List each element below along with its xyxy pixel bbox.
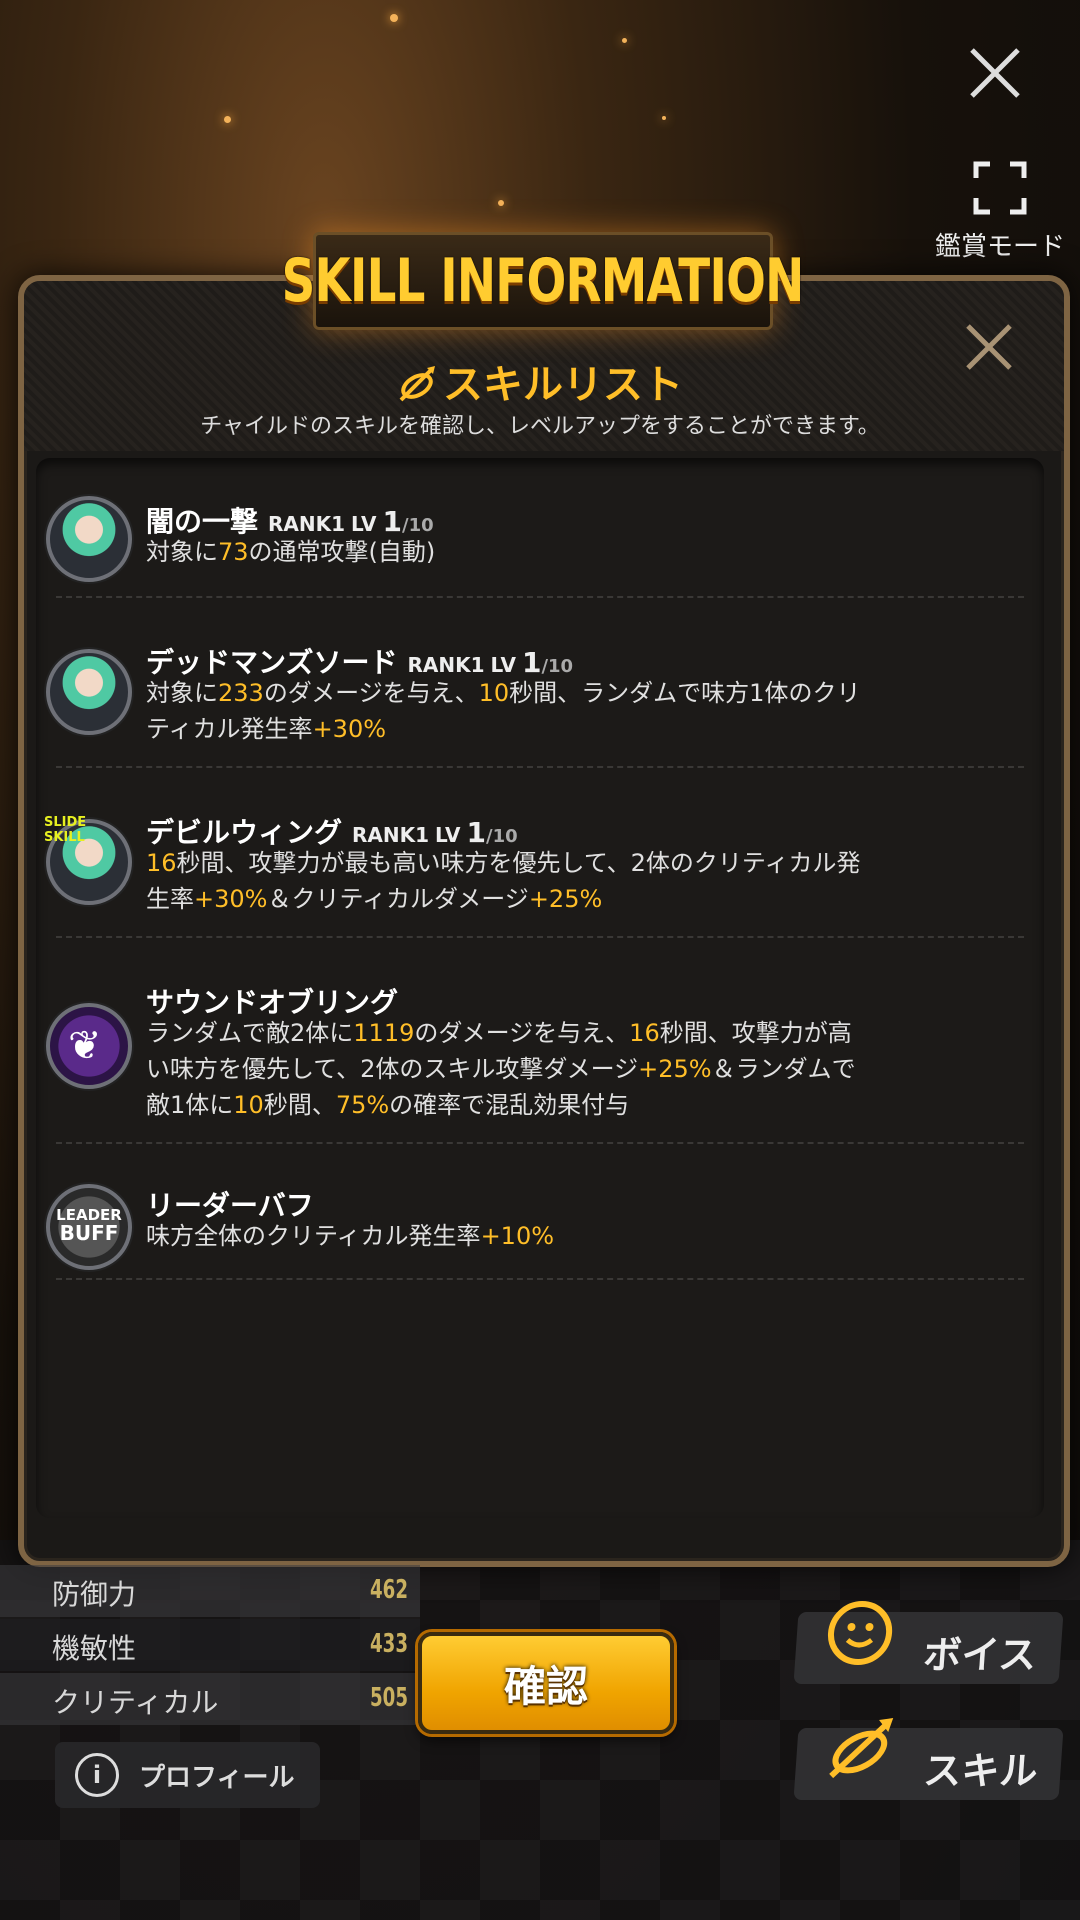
skill-icon xyxy=(829,1718,894,1779)
skill-level-max: /10 xyxy=(486,826,518,847)
stat-row: クリティカル 505 xyxy=(0,1673,420,1725)
confirm-button[interactable]: 確認 xyxy=(418,1632,674,1734)
ember-particle xyxy=(662,116,666,120)
title-banner-text: SKILL INFORMATION xyxy=(282,246,805,316)
skill-rank: RANK1 xyxy=(407,653,485,677)
stats-list: 防御力 462 機敏性 433 クリティカル 505 xyxy=(0,1565,420,1727)
skill-button[interactable]: スキル xyxy=(793,1718,1064,1800)
voice-button[interactable]: ボイス xyxy=(793,1601,1064,1684)
stat-row: 防御力 462 xyxy=(0,1565,420,1617)
profile-button[interactable]: i プロフィール xyxy=(55,1742,320,1808)
fullscreen-icon xyxy=(972,160,1028,216)
skill-avatar: SLIDE SKILL xyxy=(44,815,132,905)
skill-list: 闇の一撃 RANK1 LV 1/10 対象に73の通常攻撃(自動) デッドマンズソード… xyxy=(36,458,1044,1518)
skill-level-prefix: LV xyxy=(351,512,377,536)
skill-description: 味方全体のクリティカル発生率+10% xyxy=(146,1222,555,1250)
skill-description: ランダムで敵2体に1119のダメージを与え、16秒間、攻撃力が高い味方を優先して… xyxy=(146,1019,856,1119)
skill-description: 対象に73の通常攻撃(自動) xyxy=(146,538,436,566)
close-icon xyxy=(970,48,1020,98)
ember-particle xyxy=(622,38,627,43)
view-mode-label: 鑑賞モード xyxy=(934,232,1065,262)
skill-rank: RANK1 xyxy=(352,823,430,847)
divider xyxy=(56,1278,1024,1280)
leader-buff-badge: LEADER BUFF xyxy=(56,1206,122,1245)
skill-avatar: LEADER BUFF xyxy=(46,1184,132,1270)
stat-row: 機敏性 433 xyxy=(0,1619,420,1671)
divider xyxy=(56,936,1024,938)
skill-list-subtitle: チャイルドのスキルを確認し、レベルアップをすることができます。 xyxy=(200,414,880,439)
title-banner: SKILL INFORMATION xyxy=(282,232,805,330)
info-icon: i xyxy=(75,1753,119,1797)
skill-avatar xyxy=(46,496,132,582)
skill-level-prefix: LV xyxy=(490,653,516,677)
close-button[interactable] xyxy=(960,38,1030,108)
divider xyxy=(56,596,1024,598)
confirm-label: 確認 xyxy=(503,1661,588,1711)
wing-icon: ❦ xyxy=(68,1023,102,1069)
skill-list-title: スキルリスト xyxy=(0,352,1080,410)
skill-avatar: ❦ xyxy=(46,1003,132,1089)
skill-level-prefix: LV xyxy=(435,823,461,847)
ember-particle xyxy=(390,14,398,22)
ember-particle xyxy=(224,116,231,123)
skill-rank: RANK1 xyxy=(268,512,346,536)
ember-particle xyxy=(498,200,504,206)
profile-label: プロフィール xyxy=(139,1762,295,1793)
voice-label: ボイス xyxy=(921,1633,1038,1677)
divider xyxy=(56,1142,1024,1144)
divider xyxy=(56,766,1024,768)
skill-level-max: /10 xyxy=(541,656,574,677)
skill-description: 16秒間、攻撃力が最も高い味方を優先して、2体のクリティカル発生率+30%＆クリ… xyxy=(146,849,861,913)
skill-description: 対象に233のダメージを与え、10秒間、ランダムで味方1体のクリティカル発生率+… xyxy=(146,679,861,743)
view-mode-button[interactable]: 鑑賞モード xyxy=(930,160,1070,263)
skill-avatar xyxy=(46,649,132,735)
skill-label: スキル xyxy=(921,1749,1040,1793)
skill-icon xyxy=(399,366,435,402)
skill-list-title-text: スキルリスト xyxy=(443,362,683,408)
smile-icon xyxy=(827,1601,893,1665)
skill-level-max: /10 xyxy=(402,515,434,536)
slide-skill-badge: SLIDE SKILL xyxy=(44,815,87,845)
